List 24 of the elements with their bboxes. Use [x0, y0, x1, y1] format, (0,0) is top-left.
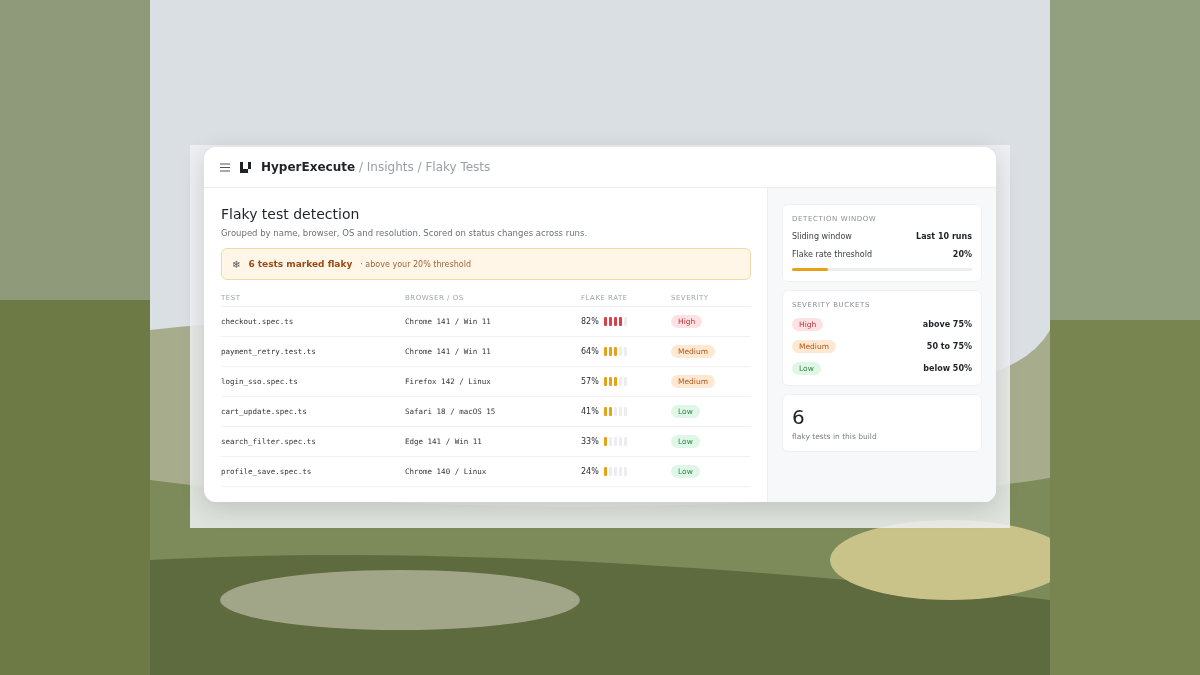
bucket-range: 50 to 75%	[926, 342, 972, 351]
page-title: Flaky test detection	[221, 206, 361, 222]
breadcrumb-link[interactable]: / Insights	[355, 160, 414, 174]
flaky-count: 6	[792, 405, 806, 429]
brand-name[interactable]: HyperExecute	[261, 160, 356, 174]
setting-label: Flake rate threshold	[792, 250, 872, 259]
setting-value: 20%	[952, 250, 972, 259]
bucket-range: below 50%	[923, 364, 972, 373]
flake-rate: 24%	[581, 467, 599, 476]
bucket-range: above 75%	[922, 320, 972, 329]
setting-label: Sliding window	[792, 232, 852, 241]
setting-value: Last 10 runs	[916, 232, 972, 241]
flake-rate: 82%	[581, 317, 599, 326]
flake-rate: 41%	[581, 407, 599, 416]
logo-icon	[240, 161, 251, 173]
breadcrumb-link[interactable]: / Flaky Tests	[413, 160, 491, 174]
flake-rate: 64%	[581, 347, 599, 356]
flake-rate: 33%	[581, 437, 599, 446]
alert-note: · above your 20% threshold	[360, 259, 471, 269]
page-subtitle: Grouped by name, browser, OS and resolution. Scored on status changes across runs.	[221, 228, 589, 238]
flake-rate: 57%	[581, 377, 599, 386]
snowflake-icon: ❄	[232, 258, 241, 270]
menu-icon[interactable]	[220, 162, 230, 172]
alert-title: 6 tests marked flaky	[248, 259, 353, 269]
